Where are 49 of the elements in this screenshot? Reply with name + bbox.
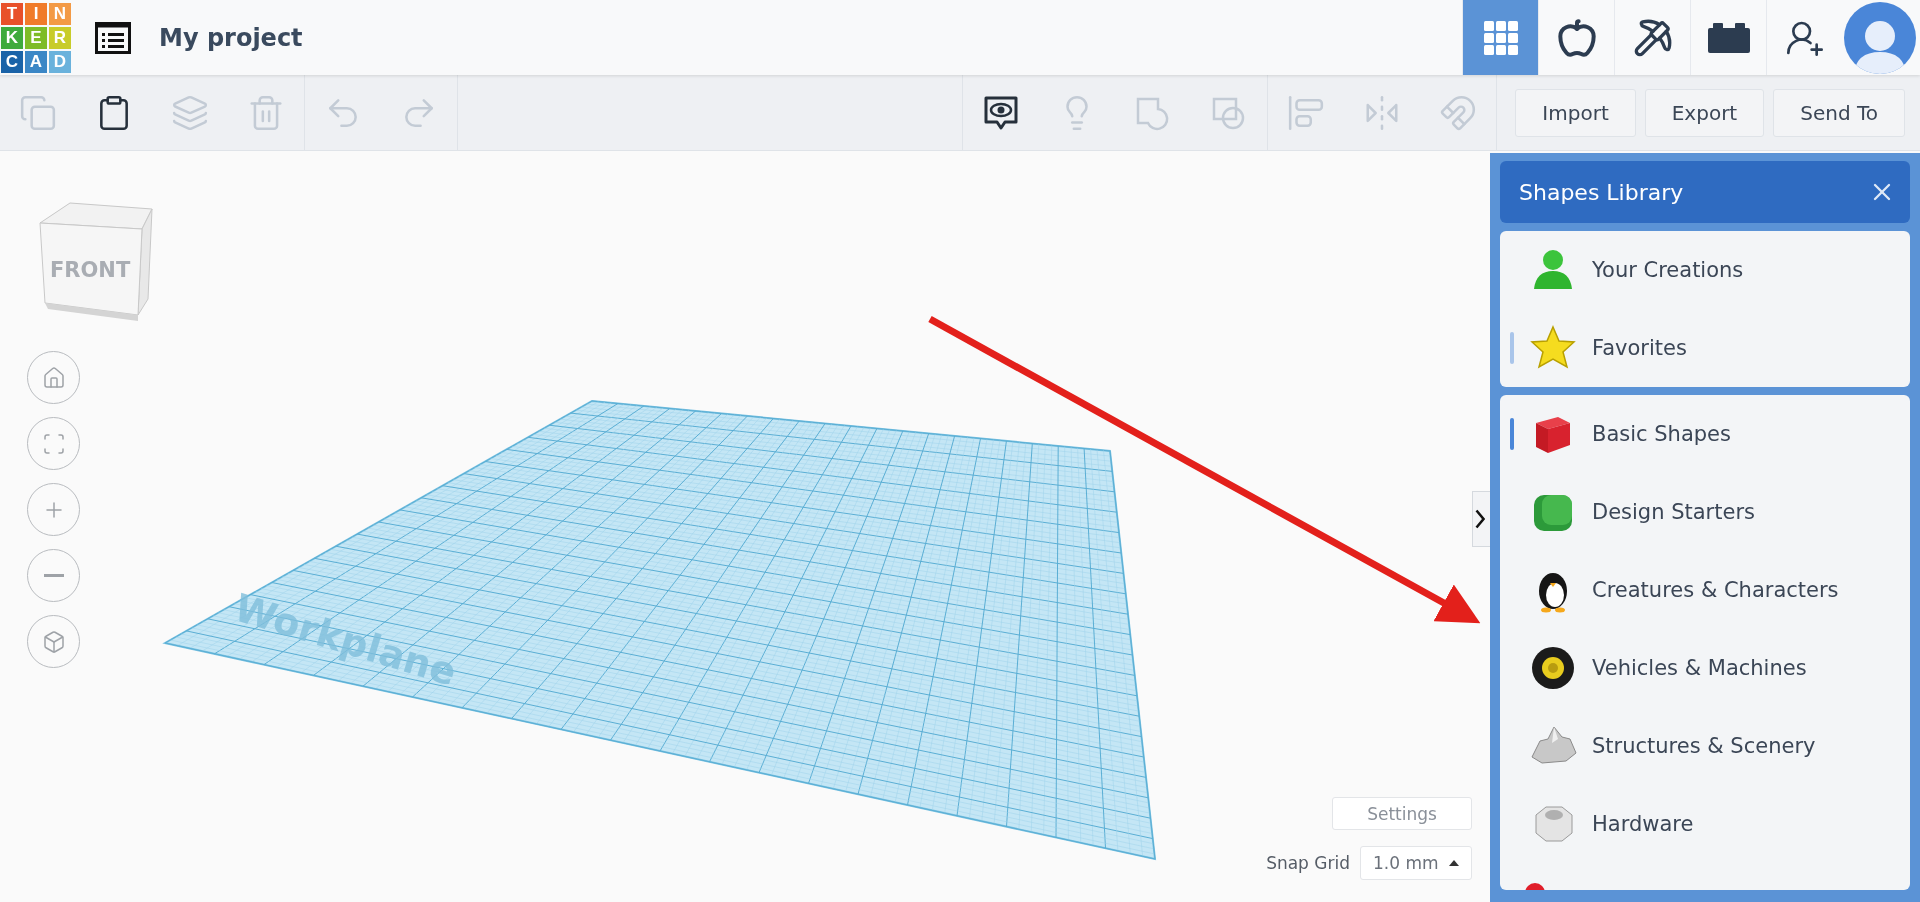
category-item[interactable]: Vehicles & Machines (1500, 629, 1910, 707)
trash-icon (247, 93, 285, 132)
logo-tile: E (25, 26, 47, 49)
cube-face-label: FRONT (50, 258, 131, 282)
copy-icon (19, 93, 57, 132)
zoom-in-button[interactable] (27, 483, 80, 536)
fit-view-icon (41, 431, 66, 456)
toolbar-text-button[interactable]: Import (1515, 88, 1636, 137)
logo-tile: C (1, 50, 23, 73)
pickaxe-icon (1632, 17, 1673, 58)
logo-tile: T (1, 2, 23, 25)
snap-grid-label: Snap Grid (1266, 853, 1350, 873)
grid-icon (1482, 19, 1519, 56)
logo-tile: K (1, 26, 23, 49)
category-item[interactable]: Creatures & Characters (1500, 551, 1910, 629)
fit-view-button[interactable] (27, 417, 80, 470)
logo-tile: R (49, 26, 71, 49)
align-icon (1287, 93, 1326, 132)
category-item[interactable]: Favorites (1500, 309, 1910, 387)
logo[interactable]: T I N K E R C A D (1, 2, 71, 73)
chevron-right-icon (1475, 509, 1485, 529)
toolbar-text-button[interactable]: Send To (1773, 88, 1905, 137)
magnet-icon (1439, 93, 1478, 132)
zoom-out-icon (43, 574, 64, 577)
logo-tile: D (49, 50, 71, 73)
panel-title: Shapes Library (1519, 179, 1684, 205)
logo-tile: N (49, 2, 71, 25)
category-item[interactable]: Structures & Scenery (1500, 707, 1910, 785)
stacked-squares-icon (171, 93, 209, 132)
brick-icon (1707, 22, 1750, 53)
category-item[interactable]: Basic Shapes (1500, 395, 1910, 473)
snap-grid-dropdown[interactable]: 1.0 mm (1360, 846, 1472, 880)
perspective-button[interactable] (27, 615, 80, 668)
logo-tile: A (25, 50, 47, 73)
zoom-out-button[interactable] (27, 549, 80, 602)
category-item[interactable]: Hardware (1500, 785, 1910, 863)
apple-icon (1556, 17, 1597, 58)
home-icon (41, 365, 66, 390)
caret-up-icon (1449, 860, 1459, 866)
project-title[interactable]: My project (159, 23, 303, 52)
menu-button[interactable] (93, 19, 133, 56)
collapse-tab[interactable] (1472, 491, 1490, 547)
toolbar-text-button[interactable]: Export (1644, 88, 1765, 137)
category-item[interactable]: Your Creations (1500, 231, 1910, 309)
home-view-button[interactable] (27, 351, 80, 404)
cube-icon (41, 629, 66, 654)
logo-tile: I (25, 2, 47, 25)
list-icon (95, 21, 131, 54)
category-item[interactable]: Design Starters (1500, 473, 1910, 551)
